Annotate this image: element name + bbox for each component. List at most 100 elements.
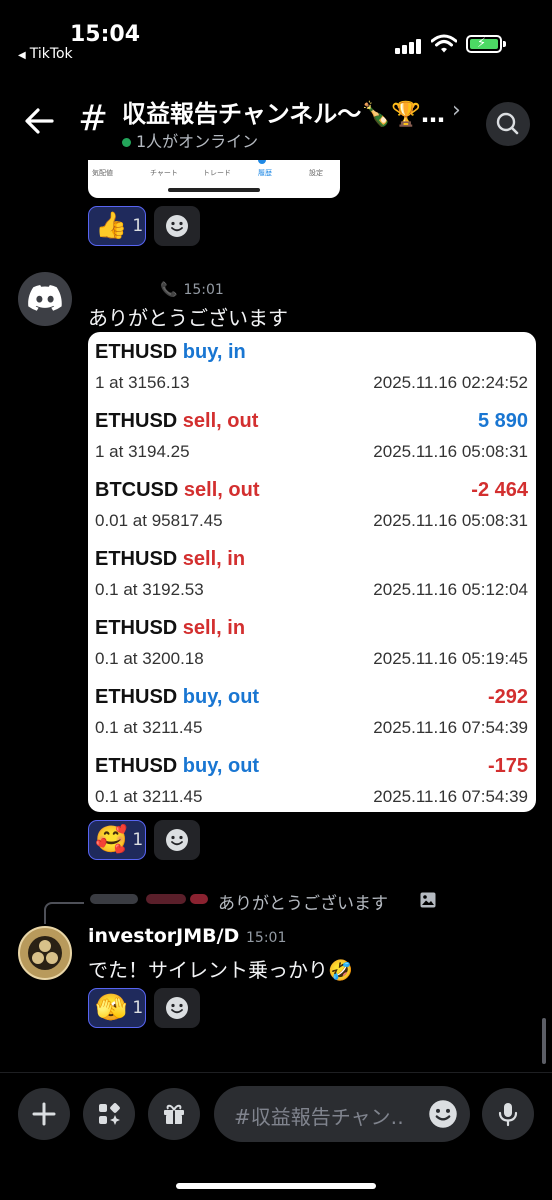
voice-message-button[interactable] bbox=[482, 1088, 534, 1140]
status-bar: 15:04 ◀ TikTok ⚡ bbox=[0, 0, 552, 72]
online-dot-icon bbox=[122, 138, 131, 147]
reaction-peeking-face[interactable]: 🫣 1 bbox=[88, 988, 146, 1028]
trade-profit: -2 464 bbox=[471, 479, 528, 501]
channel-header: # 収益報告チャンネル〜🍾🏆… › 1人がオンライン bbox=[0, 80, 552, 160]
reaction-count: 1 bbox=[132, 830, 144, 850]
avatar[interactable] bbox=[18, 926, 72, 980]
add-reaction-button[interactable] bbox=[154, 206, 200, 246]
trade-row: ETHUSD sell, in 0.1 at 3200.18 2025.11.1… bbox=[88, 608, 536, 678]
status-time: 15:04 bbox=[70, 22, 141, 47]
trade-side: buy, out bbox=[182, 686, 260, 708]
online-status: 1人がオンライン bbox=[122, 128, 258, 152]
message-time: 15:01 bbox=[183, 282, 224, 298]
reaction-thumbs-up[interactable]: 👍 1 bbox=[88, 206, 146, 246]
trade-row: ETHUSD buy, out -292 0.1 at 3211.45 2025… bbox=[88, 677, 536, 747]
add-reaction-button[interactable] bbox=[154, 820, 200, 860]
message-author[interactable]: investorJMB/D bbox=[88, 925, 239, 947]
trade-row: ETHUSD buy, in 1 at 3156.13 2025.11.16 0… bbox=[88, 332, 536, 402]
trade-timestamp: 2025.11.16 07:54:39 bbox=[373, 787, 528, 806]
add-reaction-button[interactable] bbox=[154, 988, 200, 1028]
trade-volume-price: 0.1 at 3200.18 bbox=[95, 649, 204, 668]
reaction-count: 1 bbox=[132, 216, 144, 236]
trade-row: ETHUSD sell, out 5 890 1 at 3194.25 2025… bbox=[88, 401, 536, 471]
back-triangle-icon: ◀ bbox=[18, 50, 26, 61]
image-home-indicator bbox=[168, 188, 260, 192]
trade-profit: -292 bbox=[487, 686, 528, 708]
emoji-picker-button[interactable] bbox=[428, 1099, 458, 1133]
message-time: 15:01 bbox=[246, 930, 287, 946]
family-crest-icon bbox=[28, 936, 62, 970]
message-timestamp: 📞 15:01 bbox=[160, 282, 224, 298]
trade-symbol: ETHUSD sell, in bbox=[95, 548, 246, 570]
reply-author-redacted[interactable] bbox=[90, 888, 210, 910]
trade-timestamp: 2025.11.16 05:12:04 bbox=[373, 580, 528, 599]
reaction-smiling-hearts[interactable]: 🥰 1 bbox=[88, 820, 146, 860]
scrollbar[interactable] bbox=[542, 1018, 546, 1064]
smiley-icon bbox=[166, 997, 188, 1019]
peeking-face-emoji: 🫣 bbox=[95, 993, 128, 1023]
trade-history-image[interactable]: ETHUSD buy, in 1 at 3156.13 2025.11.16 0… bbox=[88, 332, 536, 812]
trade-volume-price: 0.1 at 3192.53 bbox=[95, 580, 204, 599]
trade-row: ETHUSD buy, out -175 0.1 at 3211.45 2025… bbox=[88, 746, 536, 816]
search-button[interactable] bbox=[486, 102, 530, 146]
trade-timestamp: 2025.11.16 05:08:31 bbox=[373, 511, 528, 530]
discord-logo-icon bbox=[28, 285, 62, 311]
channel-hash-icon: # bbox=[78, 98, 109, 139]
back-arrow-icon[interactable] bbox=[22, 106, 56, 136]
avatar[interactable] bbox=[18, 272, 72, 326]
trade-symbol: ETHUSD buy, out bbox=[95, 686, 260, 708]
reply-preview-text[interactable]: ありがとうございます bbox=[218, 889, 388, 914]
trade-side: buy, in bbox=[182, 341, 246, 363]
image-tab-label: トレード bbox=[203, 169, 231, 177]
trade-symbol: BTCUSD sell, out bbox=[95, 479, 260, 501]
apps-button[interactable] bbox=[83, 1088, 135, 1140]
online-count: 1人がオンライン bbox=[136, 132, 259, 151]
search-icon bbox=[496, 112, 519, 135]
trade-timestamp: 2025.11.16 02:24:52 bbox=[373, 373, 528, 392]
active-tab-indicator bbox=[258, 160, 266, 164]
back-to-app-link[interactable]: ◀ TikTok bbox=[18, 46, 73, 62]
trade-row: ETHUSD sell, in 0.1 at 3192.53 2025.11.1… bbox=[88, 539, 536, 609]
trade-volume-price: 1 at 3156.13 bbox=[95, 373, 190, 392]
smiley-icon bbox=[429, 1100, 457, 1128]
chevron-right-icon[interactable]: › bbox=[452, 98, 461, 123]
attach-button[interactable] bbox=[18, 1088, 70, 1140]
reply-connector bbox=[44, 902, 84, 924]
trade-row: BTCUSD sell, out -2 464 0.01 at 95817.45… bbox=[88, 470, 536, 540]
image-icon bbox=[420, 892, 436, 908]
phone-icon: 📞 bbox=[160, 282, 178, 298]
trade-volume-price: 0.1 at 3211.45 bbox=[95, 718, 203, 737]
image-tab-label: 気配値 bbox=[92, 169, 113, 177]
divider bbox=[0, 1072, 552, 1073]
trade-symbol: ETHUSD sell, in bbox=[95, 617, 246, 639]
trade-timestamp: 2025.11.16 05:08:31 bbox=[373, 442, 528, 461]
thumbs-up-emoji: 👍 bbox=[95, 211, 128, 241]
trade-side: sell, out bbox=[182, 410, 259, 432]
battery-icon: ⚡ bbox=[466, 35, 506, 53]
trade-side: sell, in bbox=[182, 617, 246, 639]
image-tab-label: 設定 bbox=[309, 169, 323, 177]
smiling-hearts-emoji: 🥰 bbox=[95, 825, 128, 855]
back-app-label: TikTok bbox=[29, 46, 73, 62]
message-input[interactable]: #収益報告チャン‥ bbox=[214, 1086, 470, 1142]
wifi-icon bbox=[431, 34, 457, 53]
previous-screenshot-image[interactable]: 気配値 チャート トレード 履歴 設定 bbox=[88, 160, 340, 198]
apps-icon bbox=[99, 1103, 120, 1125]
trade-volume-price: 0.1 at 3211.45 bbox=[95, 787, 203, 806]
trade-side: sell, in bbox=[182, 548, 246, 570]
trade-profit: 5 890 bbox=[477, 410, 528, 432]
cellular-signal-icon bbox=[395, 36, 423, 54]
trade-timestamp: 2025.11.16 05:19:45 bbox=[373, 649, 528, 668]
home-indicator[interactable] bbox=[176, 1183, 376, 1189]
gift-button[interactable] bbox=[148, 1088, 200, 1140]
trade-symbol: ETHUSD buy, out bbox=[95, 755, 260, 777]
trade-side: buy, out bbox=[182, 755, 260, 777]
trade-symbol: ETHUSD sell, out bbox=[95, 410, 259, 432]
plus-icon bbox=[32, 1102, 56, 1126]
message-input-placeholder: #収益報告チャン‥ bbox=[234, 1105, 404, 1129]
trade-volume-price: 0.01 at 95817.45 bbox=[95, 511, 223, 530]
channel-title[interactable]: 収益報告チャンネル〜🍾🏆… bbox=[122, 94, 445, 129]
microphone-icon bbox=[498, 1103, 518, 1127]
gift-icon bbox=[164, 1104, 184, 1124]
smiley-icon bbox=[166, 829, 188, 851]
